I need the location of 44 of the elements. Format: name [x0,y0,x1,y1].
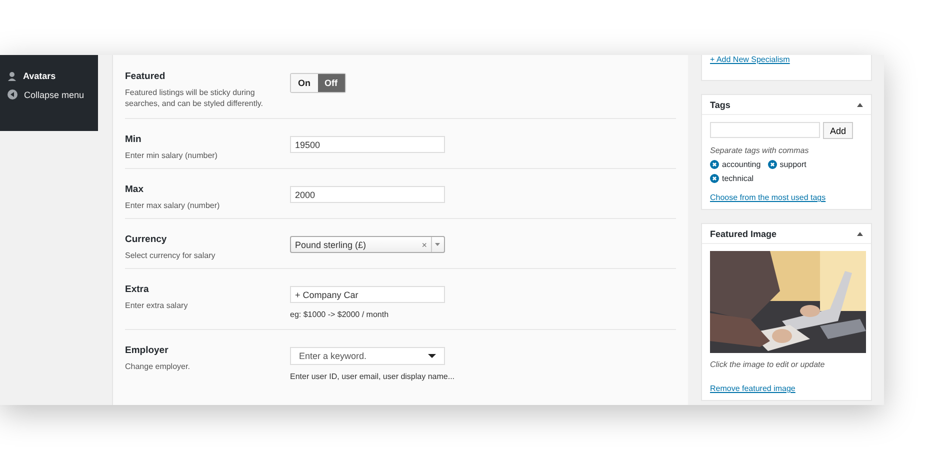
field-description: Enter extra salary [125,300,189,311]
clear-icon[interactable]: × [422,240,427,250]
most-used-tags-link[interactable]: Choose from the most used tags [710,193,826,202]
tag-label: technical [722,174,754,183]
employer-select[interactable]: Enter a keyword. [290,347,445,365]
input-field[interactable]: 2000 [290,186,445,203]
field-label: Currency [125,234,168,245]
tag-label: support [780,160,806,169]
field-description: Featured listings will be sticky during searches, and can be styled differently. [125,87,264,109]
sidebar-item[interactable]: Collapse menu [0,85,98,104]
remove-icon [768,160,777,169]
currency-select[interactable]: Pound sterling (£) × [290,236,445,253]
input-field[interactable]: + Company Car [290,286,445,303]
field-description: Enter max salary (number) [125,200,221,211]
help-text: Separate tags with commas [710,146,810,155]
field-label: Max [125,184,144,195]
field-description: Select currency for salary [125,250,216,261]
remove-icon [710,174,719,183]
field-label: Extra [125,284,150,295]
field-hint: eg: $1000 -> $2000 / month [290,310,390,319]
sidebar-item[interactable]: Avatars [0,66,98,85]
collapse-arrow-icon [857,102,863,106]
dropdown-arrow-icon [428,354,436,358]
collapse-arrow-icon [857,232,863,236]
avatar-icon [7,70,17,80]
field-label: Featured [125,71,166,82]
dropdown-arrow-icon [435,243,440,246]
remove-icon [710,160,719,169]
toggle-option[interactable]: Off [318,74,344,92]
tag-label: accounting [722,160,761,169]
field-description: Enter min salary (number) [125,150,218,161]
add-button[interactable]: Add [823,122,854,139]
box-title: Featured Image [710,228,777,238]
remove-image-link[interactable]: Remove featured image [710,384,796,393]
field-description: Change employer. [125,361,191,372]
box-title: Tags [710,100,730,110]
help-text: Click the image to edit or update [710,360,826,369]
input-field[interactable]: 19500 [290,136,445,153]
add-specialism-link[interactable]: + Add New Specialism [710,55,790,64]
field-label: Employer [125,345,170,356]
tag-input[interactable] [710,122,820,138]
field-label: Min [125,134,142,145]
collapse-icon [7,89,18,100]
field-hint: Enter user ID, user email, user display name... [290,372,455,381]
